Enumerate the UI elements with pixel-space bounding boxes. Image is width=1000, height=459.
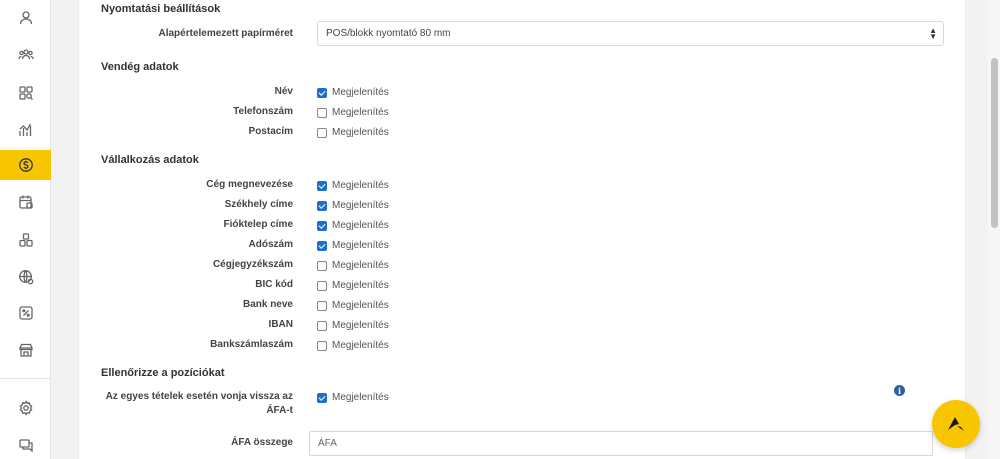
business-row-option[interactable]: Megjelenítés — [317, 180, 389, 191]
business-row-label: Cég megnevezése — [206, 179, 293, 190]
percent-icon — [18, 306, 33, 320]
grid-search-icon — [18, 86, 33, 100]
vat-rollback-label: Az egyes tételek esetén vonja vissza az … — [105, 391, 293, 416]
business-row-option[interactable]: Megjelenítés — [317, 220, 389, 231]
business-row-label: Székhely címe — [224, 199, 293, 210]
sidebar-item-buildings[interactable] — [0, 225, 51, 255]
group-icon — [17, 49, 34, 60]
store-icon — [18, 343, 33, 357]
business-row-checkbox-label: Megjelenítés — [332, 220, 389, 231]
guest-row-checkbox-label: Megjelenítés — [332, 127, 389, 138]
sidebar-item-finance[interactable] — [0, 150, 51, 180]
business-row-checkbox-label: Megjelenítés — [332, 320, 389, 331]
dollar-icon — [18, 158, 33, 172]
sidebar-item-guests[interactable] — [0, 40, 51, 70]
business-row-option[interactable]: Megjelenítés — [317, 320, 389, 331]
logo-icon — [948, 417, 964, 431]
vat-rollback-option[interactable]: Megjelenítés — [317, 392, 389, 403]
sidebar-item-discounts[interactable] — [0, 298, 51, 328]
business-row-label: Adószám — [248, 239, 293, 250]
business-row-checkbox-label: Megjelenítés — [332, 300, 389, 311]
building-icon — [18, 233, 33, 247]
help-fab-button[interactable] — [932, 400, 980, 448]
business-row-option[interactable]: Megjelenítés — [317, 200, 389, 211]
globe-icon — [18, 270, 33, 285]
section-title-print: Nyomtatási beállítások — [101, 3, 221, 15]
business-row-checkbox[interactable] — [317, 180, 327, 191]
sidebar-item-messages[interactable] — [0, 430, 51, 459]
business-row-checkbox[interactable] — [317, 220, 327, 231]
sidebar-item-channels[interactable] — [0, 262, 51, 292]
settings-icon — [19, 400, 32, 416]
sidebar-item-settings[interactable] — [0, 393, 51, 423]
paper-size-value: POS/blokk nyomtató 80 mm — [326, 28, 451, 39]
paper-size-label: Alapértelemezett papírméret — [158, 28, 294, 39]
business-row-checkbox-label: Megjelenítés — [332, 180, 389, 191]
business-row-label: BIC kód — [255, 279, 293, 290]
section-title-business: Vállalkozás adatok — [101, 154, 199, 166]
select-arrows-icon: ▲ ▼ — [929, 26, 937, 41]
calendar-icon — [18, 195, 33, 209]
user-icon — [19, 11, 32, 25]
business-row-option[interactable]: Megjelenítés — [317, 340, 389, 351]
sidebar-item-user[interactable] — [0, 3, 51, 33]
guest-row-label: Postacím — [248, 126, 293, 137]
business-row-label: Bankszámlaszám — [210, 339, 293, 350]
business-row-label: IBAN — [268, 319, 293, 330]
business-row-option[interactable]: Megjelenítés — [317, 240, 389, 251]
info-icon[interactable]: i — [894, 385, 905, 396]
vat-amount-value: ÁFA — [318, 438, 337, 449]
guest-row-checkbox[interactable] — [317, 127, 327, 138]
sidebar-item-store[interactable] — [0, 335, 51, 365]
vat-rollback-checkbox-label: Megjelenítés — [332, 392, 389, 403]
vat-rollback-checkbox[interactable] — [317, 392, 327, 403]
business-row-label: Fióktelep címe — [223, 219, 293, 230]
business-row-checkbox-label: Megjelenítés — [332, 240, 389, 251]
sidebar-item-rooms[interactable] — [0, 78, 51, 108]
vat-amount-label: ÁFA összege — [231, 437, 293, 448]
business-row-option[interactable]: Megjelenítés — [317, 260, 389, 271]
vat-amount-input[interactable]: ÁFA — [309, 431, 933, 456]
guest-row-checkbox-label: Megjelenítés — [332, 107, 389, 118]
scrollbar[interactable] — [988, 0, 1000, 459]
sidebar-item-stats[interactable] — [0, 115, 51, 145]
section-title-positions: Ellenőrizze a pozíciókat — [101, 367, 225, 379]
scrollbar-thumb[interactable] — [991, 58, 998, 228]
business-row-checkbox-label: Megjelenítés — [332, 280, 389, 291]
sidebar — [0, 0, 51, 459]
business-row-checkbox[interactable] — [317, 280, 327, 291]
business-row-label: Bank neve — [242, 299, 293, 310]
paper-size-select[interactable]: POS/blokk nyomtató 80 mm ▲ ▼ — [317, 21, 944, 46]
business-row-checkbox[interactable] — [317, 320, 327, 331]
business-row-checkbox[interactable] — [317, 300, 327, 311]
guest-row-checkbox[interactable] — [317, 107, 327, 118]
section-title-guest: Vendég adatok — [101, 61, 179, 73]
business-row-checkbox[interactable] — [317, 240, 327, 251]
guest-row-checkbox-label: Megjelenítés — [332, 87, 389, 98]
business-row-checkbox-label: Megjelenítés — [332, 200, 389, 211]
guest-row-label: Telefonszám — [233, 106, 293, 117]
chart-icon — [18, 123, 31, 136]
chat-icon — [18, 439, 33, 453]
guest-row-label: Név — [274, 86, 293, 97]
settings-panel: Nyomtatási beállítások Alapértelemezett … — [78, 0, 966, 459]
business-row-checkbox[interactable] — [317, 200, 327, 211]
guest-row-option[interactable]: Megjelenítés — [317, 127, 389, 138]
sidebar-divider — [0, 378, 51, 379]
business-row-option[interactable]: Megjelenítés — [317, 280, 389, 291]
business-row-label: Cégjegyzékszám — [212, 259, 293, 270]
business-row-checkbox[interactable] — [317, 340, 327, 351]
business-row-checkbox-label: Megjelenítés — [332, 340, 389, 351]
business-row-option[interactable]: Megjelenítés — [317, 300, 389, 311]
sidebar-item-calendar[interactable] — [0, 187, 51, 217]
guest-row-option[interactable]: Megjelenítés — [317, 107, 389, 118]
guest-row-checkbox[interactable] — [317, 87, 327, 98]
business-row-checkbox[interactable] — [317, 260, 327, 271]
guest-row-option[interactable]: Megjelenítés — [317, 87, 389, 98]
business-row-checkbox-label: Megjelenítés — [332, 260, 389, 271]
